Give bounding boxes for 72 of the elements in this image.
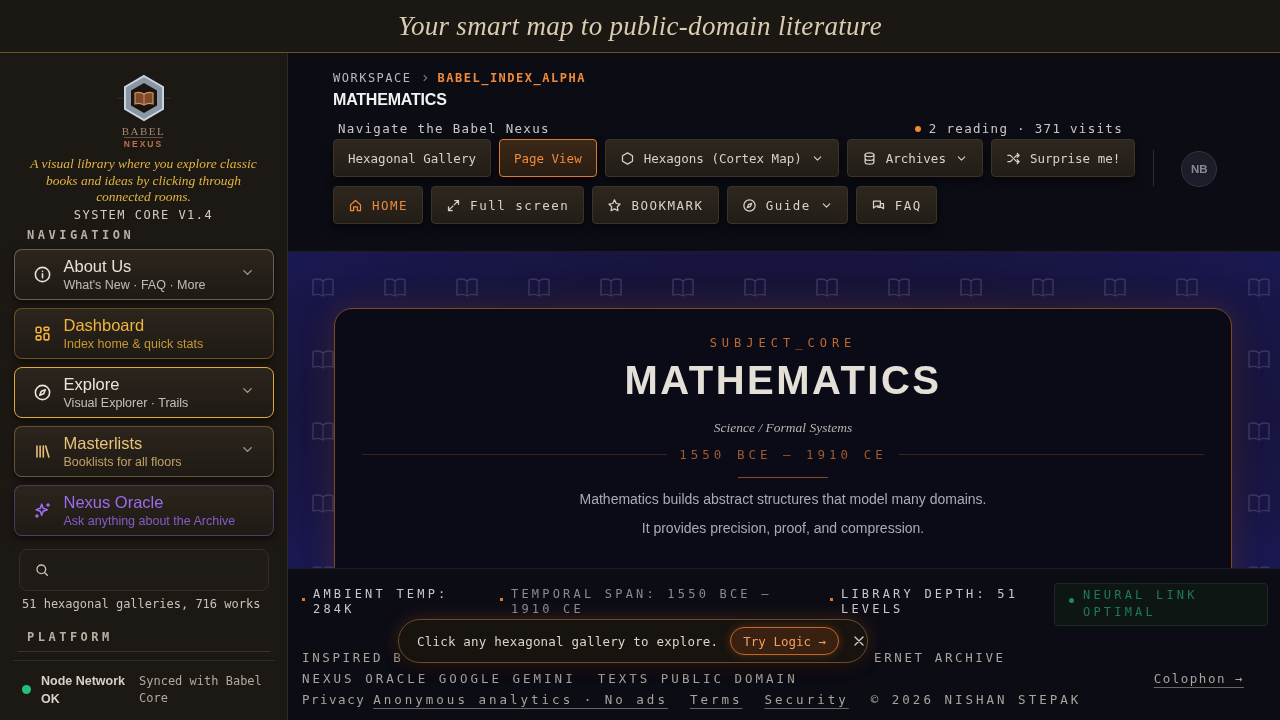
presence-stats: 2 reading · 371 visits	[928, 121, 1123, 136]
status-badge: NEURAL LINK OPTIMAL	[1054, 583, 1268, 626]
footer-credits: TEXTS PUBLIC DOMAIN	[597, 671, 798, 687]
try-button[interactable]: Try Logic →	[730, 627, 840, 655]
status-dot	[1069, 598, 1074, 603]
colophon-link[interactable]: Colophon →	[1153, 671, 1244, 687]
logo-text: BABEL	[121, 126, 166, 137]
presence-dot-icon	[914, 125, 921, 132]
compass-icon	[741, 197, 757, 213]
nav-item[interactable]: Masterlists Booklists for all floors	[13, 425, 274, 477]
search-icon	[33, 561, 50, 578]
card-eyebrow: SUBJECT_CORE	[709, 336, 857, 350]
bullet-icon	[302, 598, 305, 601]
nav-item[interactable]: Dashboard Index home & quick stats	[13, 307, 274, 359]
privacy-label: Privacy	[302, 692, 366, 708]
footer-link[interactable]: Security	[764, 692, 849, 707]
breadcrumb-item[interactable]: BABEL_INDEX_ALPHA	[437, 71, 586, 85]
toolbar-button[interactable]: BOOKMARK	[592, 186, 719, 224]
stat-label: LIBRARY DEPTH: 51 LEVELS	[841, 587, 1020, 617]
footer-link[interactable]: Anonymous analytics · No ads	[373, 692, 668, 707]
section-heading: PLATFORM	[27, 629, 113, 644]
user-avatar[interactable]: NB	[1181, 151, 1218, 187]
site-description: A visual library where you explore classic books and ideas by clicking through connected rooms.	[29, 156, 258, 206]
status-detail: Synced with Babel Core	[139, 672, 263, 707]
toolbar-button[interactable]: Archives	[846, 139, 983, 177]
version-label: SYSTEM CORE V1.4	[73, 207, 214, 222]
hexagon-icon	[619, 150, 635, 166]
bullet-icon	[500, 598, 503, 601]
page-title: MATHEMATICS	[333, 91, 448, 109]
expand-icon	[446, 197, 462, 213]
shuffle-icon	[1005, 150, 1021, 166]
subject-description: Mathematics builds abstract structures that model many domains.	[579, 491, 987, 507]
breadcrumb-item[interactable]: WORKSPACE	[333, 71, 412, 85]
search-field[interactable]	[18, 548, 269, 591]
toolbar-button[interactable]: Hexagons (Cortex Map)	[604, 139, 839, 177]
info-icon	[32, 264, 52, 284]
nav-item[interactable]: Explore Visual Explorer · Trails	[13, 366, 274, 418]
home-icon	[348, 197, 363, 213]
nav-caption: Navigate the Babel Nexus	[338, 121, 550, 136]
footer-credits: NEXUS ORACLE GOOGLE GEMINI	[302, 671, 576, 687]
subject-description: It provides precision, proof, and compression.	[641, 520, 925, 536]
toolbar-button[interactable]: Page View	[498, 139, 597, 177]
hexagon-book-logo-icon	[114, 73, 173, 123]
subject-category: Science / Formal Systems	[713, 420, 853, 436]
nav-item[interactable]: About Us What's New · FAQ · More	[13, 248, 274, 300]
nav-item[interactable]: Nexus Oracle Ask anything about the Archive	[13, 484, 274, 536]
collection-count: 51 hexagonal galleries, 716 works	[22, 596, 261, 611]
footer-credits: ERNET ARCHIVE	[874, 650, 1007, 666]
logo-text: NEXUS	[123, 137, 164, 149]
bullet-icon	[830, 598, 833, 601]
star-icon	[607, 197, 623, 213]
toast-message: Click any hexagonal gallery to explore.	[417, 633, 719, 649]
footer-credits: INSPIRED B	[302, 650, 405, 666]
grid-icon	[32, 323, 52, 343]
toolbar-button[interactable]: Full screen	[431, 186, 585, 224]
copyright-text: © 2026 NISHAN STEPAK	[870, 692, 1082, 708]
subject-title: MATHEMATICS	[624, 357, 942, 404]
section-heading: NAVIGATION	[27, 227, 135, 242]
toolbar-button[interactable]: Surprise me!	[990, 139, 1136, 177]
compass-icon	[32, 382, 52, 402]
toolbar-button[interactable]: HOME	[333, 186, 424, 224]
toolbar-button[interactable]: FAQ	[855, 186, 937, 224]
toolbar-button[interactable]: Hexagonal Gallery	[333, 139, 491, 177]
sparkle-icon	[32, 500, 52, 520]
footer-link[interactable]: Terms	[689, 692, 743, 707]
status-label: Node Network OK	[41, 672, 127, 708]
database-icon	[861, 150, 877, 166]
toolbar-button[interactable]: Guide	[726, 186, 848, 224]
era-range: 1550 BCE — 1910 CE	[679, 447, 887, 462]
site-tagline: Your smart map to public-domain literature	[398, 10, 882, 42]
stat-label: AMBIENT TEMP: 284K	[313, 587, 450, 617]
stat-label: TEMPORAL SPAN: 1550 BCE — 1910 CE	[511, 587, 773, 617]
